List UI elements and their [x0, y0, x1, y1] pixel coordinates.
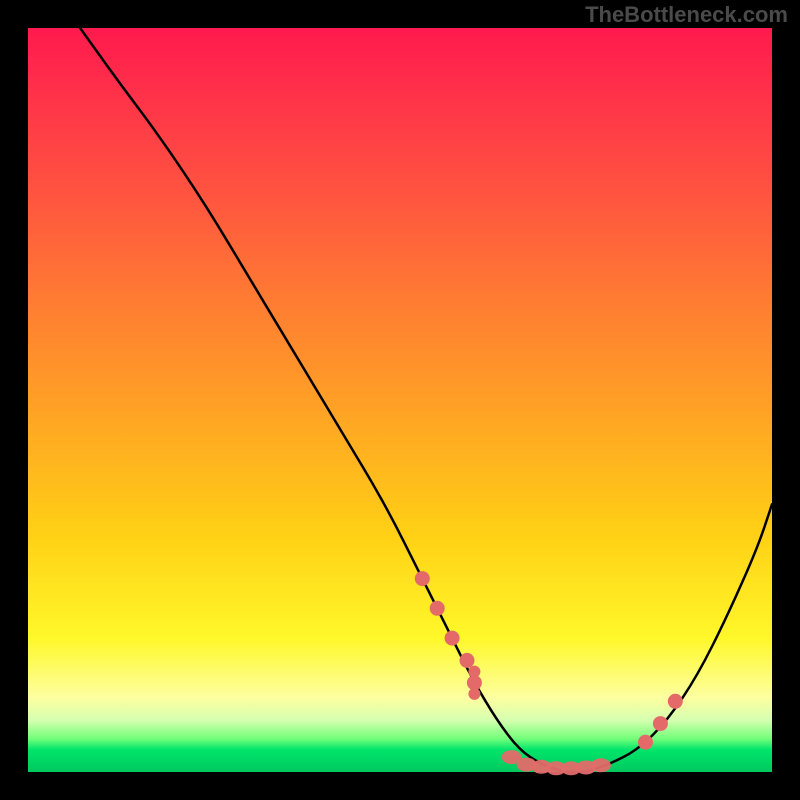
sample-markers — [415, 571, 683, 775]
marker-point — [430, 601, 445, 616]
marker-point — [668, 694, 683, 709]
marker-point — [468, 688, 480, 700]
marker-point — [638, 735, 653, 750]
chart-container: TheBottleneck.com — [0, 0, 800, 800]
marker-point — [653, 716, 668, 731]
marker-point — [591, 758, 611, 772]
curve-layer — [28, 28, 772, 772]
marker-point — [460, 653, 475, 668]
marker-point — [468, 666, 480, 678]
plot-area — [28, 28, 772, 772]
bottleneck-curve — [80, 28, 772, 772]
marker-point — [415, 571, 430, 586]
marker-point — [445, 631, 460, 646]
watermark-text: TheBottleneck.com — [585, 2, 788, 28]
